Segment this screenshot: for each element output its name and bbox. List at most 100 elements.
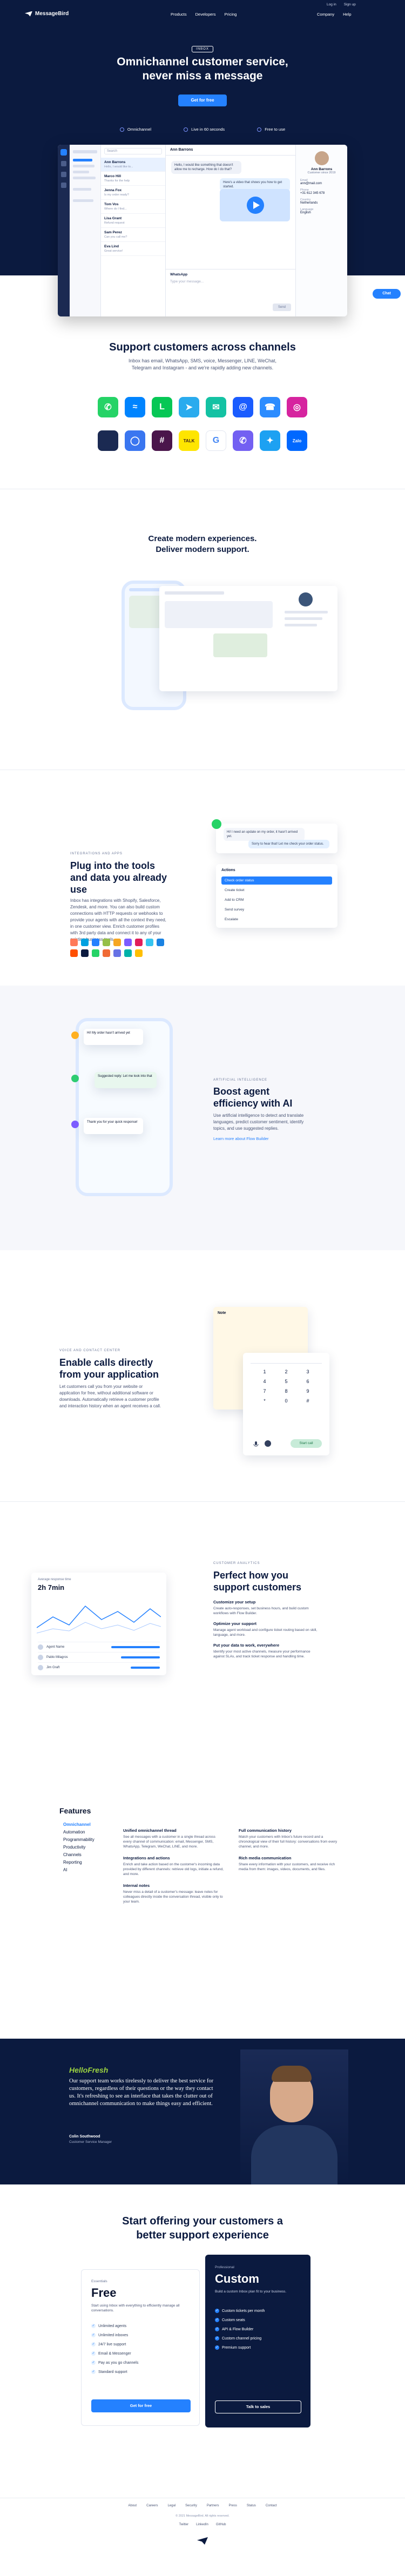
features-sidebar-item[interactable]: Productivity xyxy=(63,1844,94,1851)
talk-to-sales-button[interactable]: Talk to sales xyxy=(215,2400,301,2413)
check-icon: ✓ xyxy=(91,2361,96,2365)
contact-subtitle: Customer since 2019 xyxy=(307,171,336,174)
brand-logo[interactable]: MessageBird xyxy=(25,11,69,17)
features-sidebar-item[interactable]: Programmability xyxy=(63,1836,94,1844)
list-item[interactable]: Jenna Fox Is my order ready? xyxy=(101,186,165,200)
kakaotalk-icon: TALK xyxy=(179,430,199,451)
reply-input[interactable]: Type your message... xyxy=(170,280,291,300)
list-item[interactable]: Eva Lind Great service! xyxy=(101,242,165,256)
dialpad-key[interactable]: 6 xyxy=(297,1379,319,1384)
contact-field-value: ann@mail.com xyxy=(300,182,322,185)
start-call-button[interactable]: Start call xyxy=(291,1439,322,1448)
dialpad-key[interactable]: 3 xyxy=(297,1369,319,1374)
list-item-preview: Is my order ready? xyxy=(104,193,129,197)
features-sidebar-item[interactable]: Omnichannel xyxy=(63,1821,94,1829)
menu-item[interactable]: Create ticket xyxy=(221,886,332,894)
chat-button[interactable]: Chat xyxy=(373,289,401,299)
dialpad-key[interactable]: 4 xyxy=(254,1379,275,1384)
search-input[interactable]: Search xyxy=(104,148,162,154)
menu-item[interactable]: Check order status xyxy=(221,876,332,885)
integrations-body: Inbox has integrations with Shopify, Sal… xyxy=(70,898,166,942)
outgoing-message: Sorry to hear that! Let me check your or… xyxy=(248,840,329,848)
list-item[interactable]: Marco Hill Thanks for the help xyxy=(101,172,165,186)
menu-item[interactable]: Add to CRM xyxy=(221,896,332,904)
send-button[interactable]: Send xyxy=(273,304,291,311)
list-item-preview: Thanks for the help xyxy=(104,179,130,183)
dialpad-key[interactable]: 8 xyxy=(275,1388,297,1394)
nav-pricing[interactable]: Pricing xyxy=(225,12,237,17)
get-for-free-button[interactable]: Get for free xyxy=(91,2399,191,2412)
feature-item-title: Unified omnichannel thread xyxy=(123,1828,177,1833)
footer-link[interactable]: Legal xyxy=(167,2504,176,2507)
integration-logo-icon xyxy=(113,949,121,957)
hangup-icon[interactable] xyxy=(265,1440,271,1447)
social-link[interactable]: LinkedIn xyxy=(196,2523,208,2526)
dialpad-key[interactable]: 2 xyxy=(275,1369,297,1374)
ai-bubble-1: Hi! My order hasn't arrived yet xyxy=(84,1029,143,1045)
check-icon: ✓ xyxy=(91,2342,96,2346)
inbox-app-preview: Search Ann Barrons Hello, I would like to… xyxy=(58,145,347,316)
dialpad-key[interactable]: 5 xyxy=(275,1379,297,1384)
signup-link[interactable]: Sign up xyxy=(344,3,356,6)
ai-title: Boost agent efficiency with AI xyxy=(213,1086,293,1109)
get-for-free-button[interactable]: Get for free xyxy=(178,95,227,106)
nav-company[interactable]: Company xyxy=(317,12,334,17)
dialpad-key[interactable]: * xyxy=(254,1398,275,1404)
footer-link[interactable]: Careers xyxy=(146,2504,158,2507)
menu-item[interactable]: Escalate xyxy=(221,915,332,923)
social-links: Twitter LinkedIn GitHub xyxy=(0,2523,405,2526)
features-sidebar-item[interactable]: Channels xyxy=(63,1851,94,1859)
chart-label: Average response time xyxy=(38,1578,71,1581)
footer-link[interactable]: Contact xyxy=(266,2504,277,2507)
check-icon: ✓ xyxy=(215,2345,219,2350)
video-attachment[interactable] xyxy=(220,189,290,221)
dialpad-key[interactable]: 1 xyxy=(254,1369,275,1374)
check-icon: ✓ xyxy=(91,2370,96,2374)
footer-link[interactable]: About xyxy=(128,2504,137,2507)
dialpad-key[interactable]: 7 xyxy=(254,1388,275,1394)
footer-link[interactable]: Partners xyxy=(207,2504,219,2507)
social-link[interactable]: Twitter xyxy=(179,2523,188,2526)
features-title: Features xyxy=(59,1806,91,1815)
plan-feature-label: Pay as you go channels xyxy=(98,2361,139,2365)
features-sidebar-item[interactable]: Reporting xyxy=(63,1859,94,1866)
instagram-icon: ◎ xyxy=(287,397,307,417)
features-sidebar-item[interactable]: Automation xyxy=(63,1829,94,1836)
channel-selector[interactable]: WhatsApp xyxy=(170,273,291,277)
plan-feature-label: 24/7 live support xyxy=(98,2342,126,2346)
play-icon[interactable] xyxy=(247,197,264,214)
dialpad-key[interactable]: 9 xyxy=(297,1388,319,1394)
social-link[interactable]: GitHub xyxy=(216,2523,226,2526)
list-item[interactable]: Ann Barrons Hello, I would like to... xyxy=(101,158,165,172)
check-icon: ✓ xyxy=(91,2351,96,2356)
ai-section xyxy=(0,986,405,1250)
contacts-icon[interactable] xyxy=(61,172,66,177)
footer-link[interactable]: Press xyxy=(229,2504,237,2507)
main-nav: Products Developers Pricing xyxy=(171,12,237,17)
translate-icon xyxy=(71,1121,79,1128)
nav-products[interactable]: Products xyxy=(171,12,187,17)
testimonial-author: Colin Southwood xyxy=(69,2135,100,2139)
integrations-title: Plug into the tools and data you already… xyxy=(70,860,167,895)
dialpad-key[interactable]: # xyxy=(297,1398,319,1404)
login-link[interactable]: Log in xyxy=(327,3,336,6)
footer-link[interactable]: Status xyxy=(247,2504,256,2507)
nav-developers[interactable]: Developers xyxy=(195,12,216,17)
settings-icon[interactable] xyxy=(61,183,66,188)
apple-icon xyxy=(98,430,118,451)
dialpad-key[interactable]: 0 xyxy=(275,1398,297,1404)
incoming-message: Hello, I would like something that doesn… xyxy=(171,161,241,174)
inbox-icon[interactable] xyxy=(61,161,66,166)
mute-icon[interactable] xyxy=(253,1440,259,1447)
features-sidebar-item[interactable]: AI xyxy=(63,1866,94,1874)
conversation-header: Ann Barrons xyxy=(166,145,295,156)
feature-item-title: Integrations and actions xyxy=(123,1856,170,1860)
feature-item: Unified omnichannel thread See all messag… xyxy=(123,1828,224,1849)
list-item[interactable]: Tom Vos Where do I find... xyxy=(101,200,165,214)
flow-builder-link[interactable]: Learn more about Flow Builder xyxy=(213,1136,269,1141)
list-item[interactable]: Lisa Grant Refund request xyxy=(101,214,165,228)
menu-item[interactable]: Send survey xyxy=(221,906,332,914)
list-item[interactable]: Sam Perez Can you call me? xyxy=(101,228,165,242)
nav-help[interactable]: Help xyxy=(343,12,351,17)
footer-link[interactable]: Security xyxy=(185,2504,197,2507)
